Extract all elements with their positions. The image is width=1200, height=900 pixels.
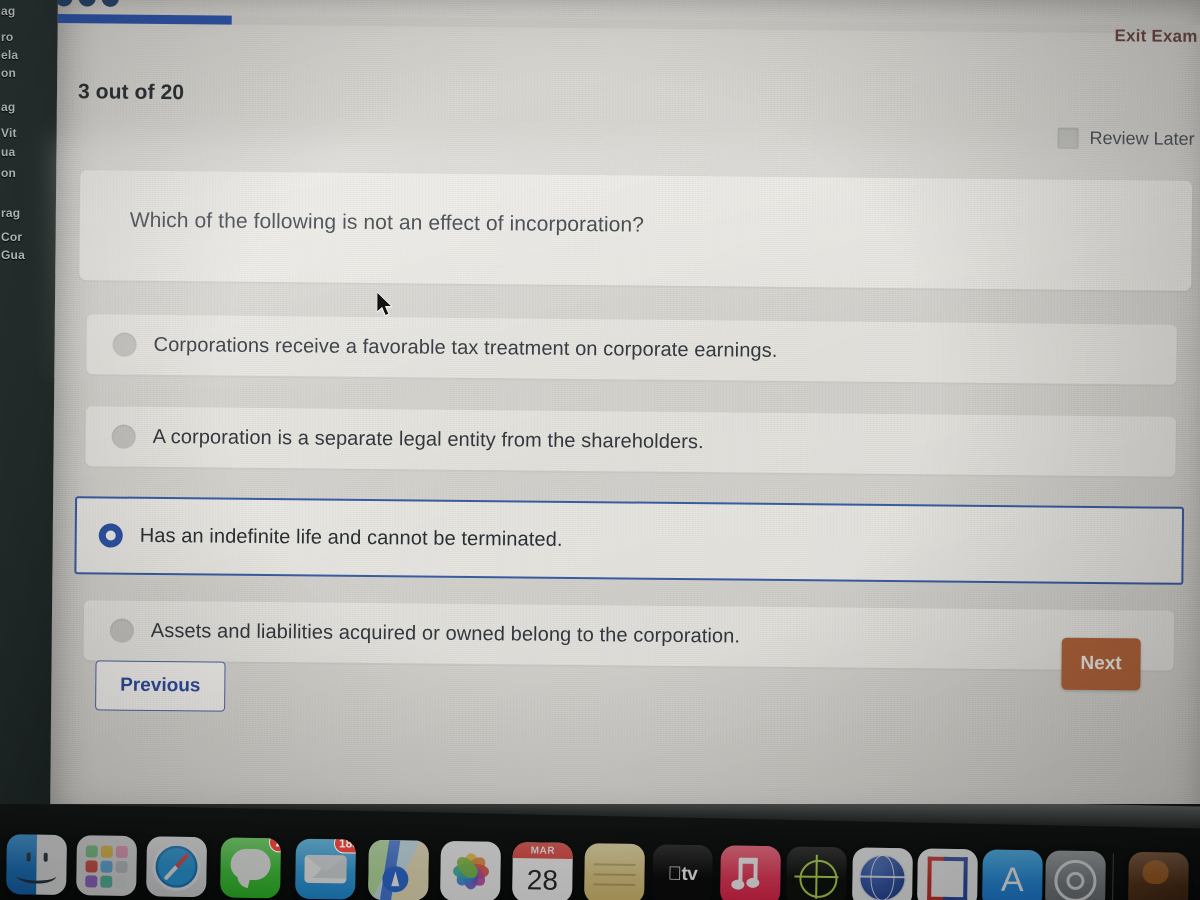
next-button[interactable]: Next	[1061, 637, 1141, 691]
desktop-text-fragment: ro	[1, 30, 14, 44]
downloads-stack-icon[interactable]	[1127, 851, 1189, 900]
answer-option-4[interactable]: Assets and liabilities acquired or owned…	[83, 600, 1175, 671]
laptop-bottom-bezel: 2 185 MAR 28	[0, 804, 1200, 900]
app-store-icon[interactable]: A	[981, 849, 1043, 900]
radio-button-icon[interactable]	[112, 332, 137, 357]
radio-button-icon[interactable]	[109, 618, 134, 643]
safari-icon[interactable]	[146, 836, 208, 898]
desktop-text-fragment: on	[1, 166, 17, 180]
answer-option-label: Has an indefinite life and cannot be ter…	[139, 524, 563, 551]
answer-option-2[interactable]: A corporation is a separate legal entity…	[85, 406, 1176, 477]
review-later-label: Review Later	[1089, 127, 1195, 149]
desktop-text-fragment: on	[1, 66, 17, 80]
exam-app-window: ●●● ▬▬ Exit Exam 3 out of 20 Review Late…	[49, 0, 1200, 836]
apple-tv-icon[interactable]: tv	[652, 844, 713, 900]
target-app-icon[interactable]	[785, 846, 847, 900]
exam-progress-fill	[57, 13, 232, 25]
previous-button[interactable]: Previous	[95, 660, 226, 712]
radio-button-icon[interactable]	[111, 424, 136, 449]
mail-badge: 185	[333, 838, 356, 854]
maps-icon[interactable]	[368, 839, 429, 900]
desktop-text-fragment: ag	[1, 100, 16, 114]
brand-logo-secondary-icon: ▬▬	[320, 0, 374, 6]
desktop-text-fragment: rag	[1, 206, 21, 220]
answer-option-label: Corporations receive a favorable tax tre…	[153, 333, 778, 362]
launchpad-icon[interactable]	[76, 835, 138, 897]
exit-exam-button[interactable]: Exit Exam	[1114, 26, 1197, 47]
filemaker-icon[interactable]	[916, 848, 978, 900]
desktop-text-fragment: Cor	[1, 230, 23, 244]
answer-option-3-selected[interactable]: Has an indefinite life and cannot be ter…	[74, 496, 1185, 585]
review-later-checkbox[interactable]	[1057, 127, 1079, 149]
question-counter: 3 out of 20	[77, 80, 185, 105]
answer-option-1[interactable]: Corporations receive a favorable tax tre…	[86, 314, 1177, 385]
desktop-text-fragment: Vit	[1, 126, 17, 140]
calendar-icon[interactable]: MAR 28	[512, 842, 573, 900]
question-prompt: Which of the following is not an effect …	[129, 208, 645, 237]
answer-option-label: Assets and liabilities acquired or owned…	[150, 619, 741, 648]
system-preferences-icon[interactable]	[1044, 850, 1106, 900]
desktop-text-fragment: ua	[1, 145, 16, 159]
notes-icon[interactable]	[584, 843, 645, 900]
radio-button-selected-icon[interactable]	[98, 523, 123, 548]
desktop-background-strip: ag ro ela on ag Vit ua on rag Cor Gua	[0, 0, 58, 828]
desktop-text-fragment: ag	[1, 4, 16, 18]
photos-icon[interactable]	[440, 840, 501, 900]
review-later-toggle[interactable]: Review Later	[1057, 127, 1195, 150]
dock-separator	[1111, 853, 1114, 900]
answer-option-label: A corporation is a separate legal entity…	[152, 425, 704, 453]
macos-dock: 2 185 MAR 28	[0, 814, 1200, 900]
photographed-laptop-screen: ag ro ela on ag Vit ua on rag Cor Gua ●●…	[0, 0, 1200, 900]
question-card: Which of the following is not an effect …	[79, 170, 1193, 291]
desktop-text-fragment: Gua	[1, 248, 25, 262]
mail-icon[interactable]: 185	[295, 838, 356, 900]
music-icon[interactable]	[720, 845, 781, 900]
globe-app-icon[interactable]	[851, 847, 913, 900]
messages-icon[interactable]: 2	[220, 837, 282, 899]
finder-icon[interactable]	[6, 834, 68, 896]
desktop-text-fragment: ela	[1, 48, 19, 62]
